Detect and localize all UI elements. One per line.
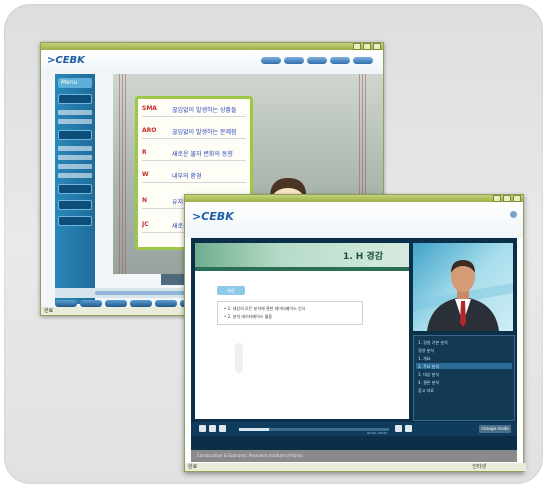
prev-button[interactable] [395,425,402,432]
app-header: >CEBK [185,202,523,238]
chapter-item[interactable]: 2. 주요 분석 [418,364,439,370]
maximize-button[interactable] [503,195,511,202]
board-code: ARO [142,127,157,134]
bottom-nav-button[interactable] [55,300,77,307]
footer-text: Construction & Economic Research Institu… [197,453,303,458]
lecture-player: 1. H 경감 대상 • 1. 대상의 모든 분석에 관한 데이터베이스 인식 … [191,238,517,450]
stop-button[interactable] [209,425,216,432]
slide-divider [195,267,409,271]
play-button[interactable] [199,425,206,432]
brand-logo: >CEBK [192,210,234,223]
maximize-button[interactable] [363,43,371,50]
volume-button[interactable] [219,425,226,432]
chapter-item[interactable]: 1. 개요 [418,356,430,362]
board-row: R 새로운 물자 변화의 동향 [142,147,246,161]
board-code: JC [142,221,149,228]
close-circle-icon[interactable] [510,211,517,218]
time-readout: 00:00 / 00:00 [367,431,388,435]
elearning-window-front: >CEBK 1. H 경감 대상 • 1. 대상의 모든 분석에 관한 데이터베… [184,194,526,472]
slide-title: 1. H 경감 [342,252,383,262]
close-button[interactable] [373,43,381,50]
board-row: ARO 끊임없이 발생하는 문제점 [142,125,246,139]
top-nav-button[interactable] [330,57,350,64]
next-button[interactable] [405,425,412,432]
board-code: R [142,149,147,156]
board-code: W [142,171,149,178]
chapter-item[interactable]: 3. 대상 분석 [418,372,439,378]
player-controls: 00:00 / 00:00 change mode [191,422,517,436]
board-text: 유지 [172,199,184,206]
sidebar-item[interactable] [58,173,92,178]
sidebar-item[interactable] [58,164,92,169]
sidebar-item[interactable] [58,119,92,124]
top-nav-button[interactable] [353,57,373,64]
minimize-button[interactable] [493,195,501,202]
close-button[interactable] [513,195,521,202]
title-bar [185,195,523,202]
bottom-nav-button[interactable] [105,300,127,307]
board-row: SMA 끊임없이 발생하는 상황들 [142,103,246,117]
brand-logo: >CEBK [47,55,85,66]
board-text: 새로운 물자 변화의 동향 [172,151,233,158]
bottom-nav-button[interactable] [130,300,152,307]
binder-decoration [119,74,127,274]
app-header: >CEBK [41,50,383,74]
top-nav-button[interactable] [261,57,281,64]
top-nav-button[interactable] [284,57,304,64]
title-bar [41,43,383,50]
status-zone: 인터넷 [472,464,486,470]
slide-tag: 대상 [217,286,245,295]
top-nav [261,57,373,64]
sidebar-button[interactable] [58,216,92,226]
chapter-item[interactable]: 참고 자료 [418,388,434,394]
minimize-button[interactable] [353,43,361,50]
slide-bullet: • 1. 대상의 모든 분석에 관한 데이터베이스 인식 [224,306,306,311]
board-code: N [142,197,148,204]
top-nav-button[interactable] [307,57,327,64]
sidebar-item[interactable] [58,146,92,151]
bottom-nav-button[interactable] [80,300,102,307]
chapter-item[interactable]: 4. 결론 분석 [418,380,439,386]
slide-bullet: • 2. 분석 데이터베이스 활용 [224,314,273,319]
board-text: 끊임없이 발생하는 상황들 [172,107,237,114]
slide-watermark [235,343,243,373]
sidebar-button[interactable] [58,200,92,210]
sidebar-item[interactable] [58,110,92,115]
bottom-nav-button[interactable] [155,300,177,307]
board-text: 끊임없이 발생하는 문제점 [172,129,237,136]
lecturer-video[interactable] [413,243,513,331]
sidebar-header: Menu [58,78,92,88]
board-row: W 내부의 환경 [142,169,246,183]
bottom-nav [55,300,202,307]
sidebar-item[interactable] [58,155,92,160]
promo-card-background: >CEBK Menu SMA 끊임없이 발생하는 상황들 ARO 끊임없이 발생… [4,4,543,484]
board-code: SMA [142,105,157,112]
lecture-slide: 1. H 경감 대상 • 1. 대상의 모든 분석에 관한 데이터베이스 인식 … [195,243,409,419]
seek-fill [239,428,269,431]
sidebar-button[interactable] [58,130,92,140]
change-mode-button[interactable]: change mode [479,425,511,433]
lecturer-figure [413,260,513,331]
status-text: 완료 [188,464,198,470]
status-bar: 완료 인터넷 [185,463,526,471]
chapter-list: 1. 경영 기본 분석 경영 분석 1. 개요 2. 주요 분석 3. 대상 분… [413,335,515,421]
sidebar-button[interactable] [58,94,92,104]
board-text: 내부의 환경 [172,173,202,180]
slide-content-box: • 1. 대상의 모든 분석에 관한 데이터베이스 인식 • 2. 분석 데이터… [217,301,363,325]
chapter-item[interactable]: 1. 경영 기본 분석 [418,340,448,346]
footer: Construction & Economic Research Institu… [191,450,517,462]
sidebar-button[interactable] [58,184,92,194]
chapter-item[interactable]: 경영 분석 [418,348,434,354]
course-sidebar: Menu [55,74,95,304]
